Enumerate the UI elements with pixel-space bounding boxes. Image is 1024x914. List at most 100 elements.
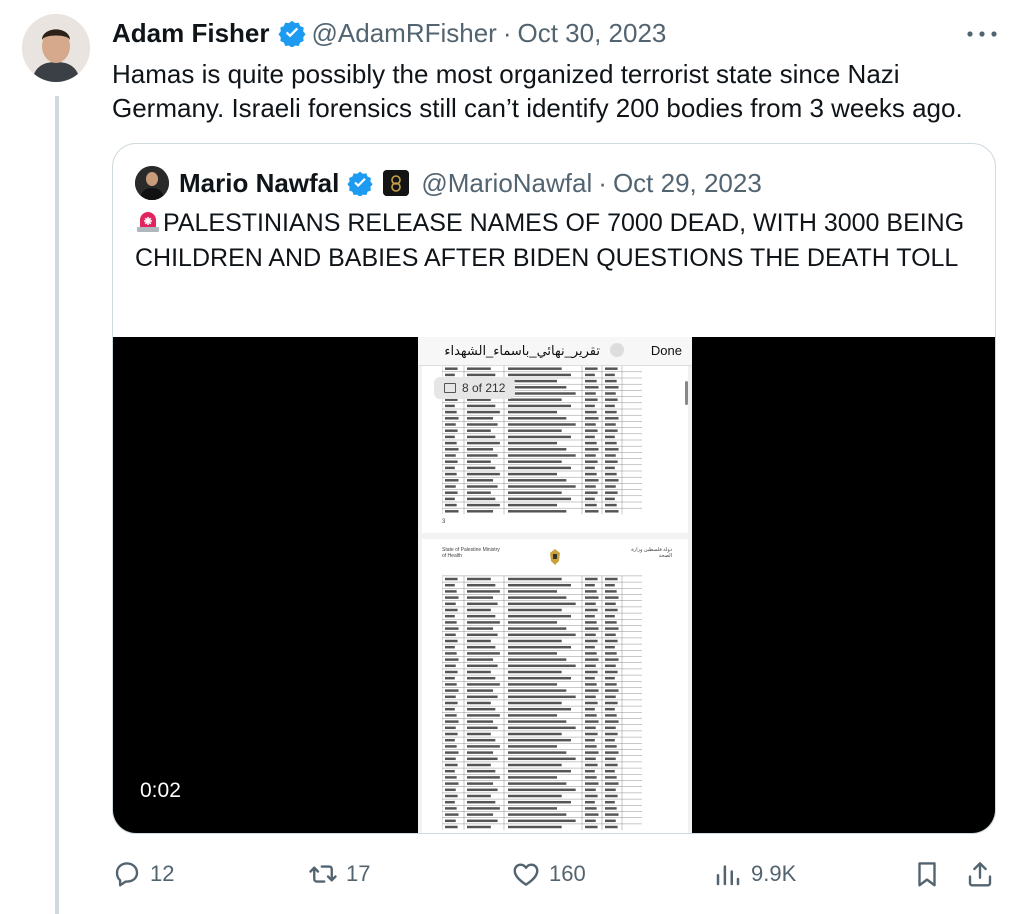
table-cell-text bbox=[467, 472, 500, 476]
table-cell-text bbox=[467, 813, 494, 816]
table-cell-text bbox=[605, 472, 617, 476]
document-title: تقرير_نهائي_باسماء_الشهداء bbox=[444, 343, 600, 358]
more-options-icon[interactable] bbox=[962, 22, 1002, 46]
table-cell-text bbox=[508, 639, 562, 643]
table-cell-text bbox=[508, 417, 567, 420]
table-cell-text bbox=[605, 435, 615, 439]
author-avatar[interactable] bbox=[22, 14, 90, 82]
quote-date[interactable]: Oct 29, 2023 bbox=[613, 168, 762, 199]
table-cell-text bbox=[445, 621, 457, 624]
video-player[interactable]: 3 State of Palestine Ministry of Health … bbox=[113, 337, 995, 833]
quote-author-avatar[interactable] bbox=[135, 166, 169, 200]
table-cell-text bbox=[445, 590, 457, 593]
table-cell-text bbox=[467, 460, 491, 463]
table-cell-text bbox=[605, 429, 618, 432]
table-cell-text bbox=[585, 658, 599, 661]
table-cell-text bbox=[605, 769, 615, 773]
table-cell-text bbox=[508, 813, 567, 816]
table-cell-text bbox=[445, 583, 455, 587]
table-cell-text bbox=[605, 367, 618, 370]
page-indicator: 8 of 212 bbox=[434, 377, 516, 399]
table-cell-text bbox=[605, 807, 617, 810]
table-cell-text bbox=[605, 664, 616, 668]
document-scrollbar bbox=[685, 381, 688, 405]
table-cell-text bbox=[605, 614, 615, 618]
repost-button[interactable]: 17 bbox=[308, 852, 370, 896]
table-cell-text bbox=[585, 472, 597, 476]
table-cell-text bbox=[508, 714, 557, 717]
table-cell-text bbox=[445, 794, 458, 798]
reply-button[interactable]: 12 bbox=[112, 852, 174, 896]
table-cell-text bbox=[467, 732, 491, 736]
table-cell-text bbox=[445, 404, 455, 408]
table-cell-text bbox=[467, 497, 496, 501]
tweet-text: Hamas is quite possibly the most organiz… bbox=[112, 59, 963, 123]
table-cell-text bbox=[585, 714, 597, 717]
table-cell-text bbox=[508, 497, 571, 501]
table-cell-text bbox=[508, 745, 557, 748]
author-name[interactable]: Adam Fisher bbox=[112, 18, 270, 49]
share-button[interactable] bbox=[965, 852, 995, 896]
thread-line bbox=[55, 96, 59, 914]
table-cell-text bbox=[508, 577, 562, 581]
table-cell-text bbox=[445, 608, 458, 612]
table-cell-text bbox=[508, 590, 557, 593]
table-cell-text bbox=[467, 645, 496, 649]
table-cell-text bbox=[585, 429, 598, 432]
quote-verified-badge-icon[interactable] bbox=[347, 170, 373, 196]
table-cell-text bbox=[445, 503, 457, 507]
table-cell-text bbox=[605, 491, 618, 494]
table-cell-text bbox=[508, 652, 557, 655]
table-cell-text bbox=[445, 776, 457, 779]
table-cell-text bbox=[585, 627, 599, 630]
quoted-tweet[interactable]: Mario Nawfal @MarioNawfal · Oct 29, 2023 bbox=[112, 143, 996, 834]
table-cell-text bbox=[508, 751, 567, 754]
table-cell-text bbox=[445, 441, 457, 445]
bookmark-button[interactable] bbox=[912, 852, 942, 896]
table-cell-text bbox=[605, 448, 619, 451]
affiliate-badge-icon[interactable] bbox=[383, 170, 410, 196]
table-cell-text bbox=[585, 417, 599, 420]
table-cell-text bbox=[467, 794, 491, 798]
table-cell-text bbox=[467, 788, 498, 792]
table-cell-text bbox=[585, 800, 595, 804]
table-cell-text bbox=[508, 720, 567, 723]
table-cell-text bbox=[605, 639, 618, 643]
table-cell-text bbox=[445, 435, 455, 439]
table-cell-text bbox=[467, 590, 500, 593]
author-handle[interactable]: @AdamRFisher bbox=[312, 18, 497, 49]
table-cell-text bbox=[445, 782, 459, 785]
views-button[interactable]: 9.9K bbox=[713, 852, 796, 896]
table-cell-text bbox=[508, 429, 562, 432]
table-cell-text bbox=[467, 707, 496, 711]
quote-author-name[interactable]: Mario Nawfal bbox=[179, 168, 339, 199]
table-cell-text bbox=[445, 367, 458, 370]
table-cell-text bbox=[585, 788, 596, 792]
table-cell-text bbox=[508, 695, 576, 699]
tweet-date[interactable]: Oct 30, 2023 bbox=[518, 18, 667, 49]
table-cell-text bbox=[605, 751, 619, 754]
table-cell-text bbox=[445, 448, 459, 451]
table-cell-text bbox=[585, 590, 597, 593]
table-cell-text bbox=[445, 373, 455, 377]
table-cell-text bbox=[445, 417, 459, 420]
like-button[interactable]: 160 bbox=[511, 852, 586, 896]
table-cell-text bbox=[508, 769, 571, 773]
table-cell-text bbox=[445, 510, 459, 513]
table-cell-text bbox=[605, 683, 617, 686]
table-cell-text bbox=[605, 485, 616, 488]
verified-badge-icon[interactable] bbox=[277, 19, 306, 47]
table-cell-text bbox=[605, 738, 615, 742]
quote-header: Mario Nawfal @MarioNawfal · Oct 29, 2023 bbox=[135, 166, 762, 200]
table-cell-text bbox=[585, 367, 598, 370]
table-cell-text bbox=[585, 652, 597, 655]
video-document-frame: 3 State of Palestine Ministry of Health … bbox=[418, 337, 692, 833]
table-cell-text bbox=[508, 670, 562, 674]
table-cell-text bbox=[508, 423, 576, 426]
table-cell-text bbox=[605, 794, 618, 798]
table-cell-text bbox=[508, 472, 557, 476]
repost-icon bbox=[309, 865, 337, 883]
table-cell-text bbox=[467, 825, 491, 829]
quote-author-handle[interactable]: @MarioNawfal bbox=[421, 168, 592, 199]
table-cell-text bbox=[445, 596, 459, 599]
